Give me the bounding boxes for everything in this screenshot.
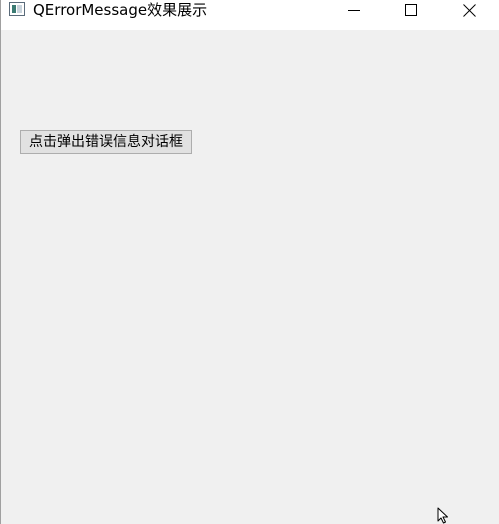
close-button[interactable]: [446, 0, 492, 20]
title-bar[interactable]: QErrorMessage效果展示: [1, 0, 499, 30]
main-window: QErrorMessage效果展示 点击弹出错误信息对话框: [0, 0, 499, 524]
minimize-button[interactable]: [331, 0, 377, 20]
show-error-dialog-button[interactable]: 点击弹出错误信息对话框: [20, 130, 192, 154]
maximize-button[interactable]: [388, 0, 434, 20]
app-icon-pane: [12, 5, 16, 13]
window-title: QErrorMessage效果展示: [33, 1, 208, 19]
close-icon: [462, 3, 476, 17]
maximize-icon: [405, 4, 417, 16]
client-area: 点击弹出错误信息对话框: [1, 30, 499, 524]
minimize-icon: [348, 10, 360, 11]
app-window-icon[interactable]: [9, 2, 25, 16]
mouse-cursor-icon: [437, 507, 448, 524]
app-icon-bar: [17, 5, 22, 13]
